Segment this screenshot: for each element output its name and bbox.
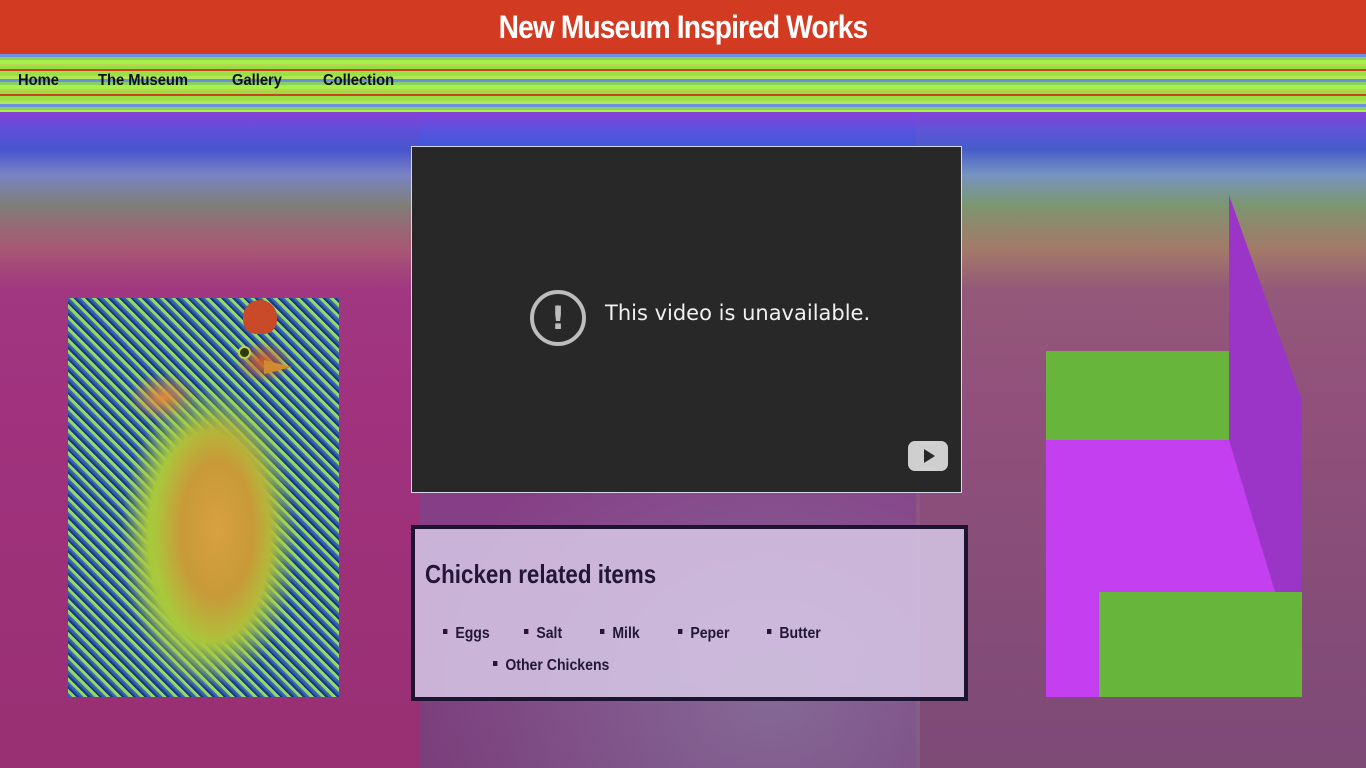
hen-beak bbox=[264, 360, 292, 374]
play-icon bbox=[924, 449, 935, 463]
list-item-salt: Salt bbox=[524, 625, 562, 643]
hen-eye bbox=[238, 346, 251, 359]
video-unavailable-message: This video is unavailable. bbox=[605, 301, 871, 325]
hen-comb bbox=[243, 300, 277, 334]
title-bar: New Museum Inspired Works bbox=[0, 0, 1366, 54]
geometric-art bbox=[1046, 195, 1302, 697]
nav-item-the-museum[interactable]: The Museum bbox=[98, 72, 188, 90]
hen-image bbox=[68, 298, 339, 697]
youtube-play-button[interactable] bbox=[908, 441, 948, 471]
nav-item-home[interactable]: Home bbox=[18, 72, 59, 90]
nav-menu: Home The Museum Gallery Collection bbox=[18, 72, 436, 90]
list-item-eggs: Eggs bbox=[443, 625, 489, 643]
items-heading: Chicken related items bbox=[425, 559, 657, 589]
nav-bar: Home The Museum Gallery Collection bbox=[0, 54, 1366, 112]
art-green-block-top bbox=[1046, 351, 1229, 440]
list-item-butter: Butter bbox=[767, 625, 820, 643]
list-item-peper: Peper bbox=[678, 625, 729, 643]
video-embed[interactable]: ! This video is unavailable. bbox=[411, 146, 962, 493]
exclamation-circle-icon: ! bbox=[530, 290, 586, 346]
list-item-other-chickens: Other Chickens bbox=[493, 657, 609, 675]
art-green-block-bottom bbox=[1099, 592, 1302, 697]
list-item-milk: Milk bbox=[600, 625, 639, 643]
nav-item-gallery[interactable]: Gallery bbox=[232, 72, 282, 90]
nav-item-collection[interactable]: Collection bbox=[323, 72, 394, 90]
page-title: New Museum Inspired Works bbox=[498, 9, 869, 45]
chicken-items-panel: Chicken related items Eggs Salt Milk Pep… bbox=[411, 525, 968, 701]
